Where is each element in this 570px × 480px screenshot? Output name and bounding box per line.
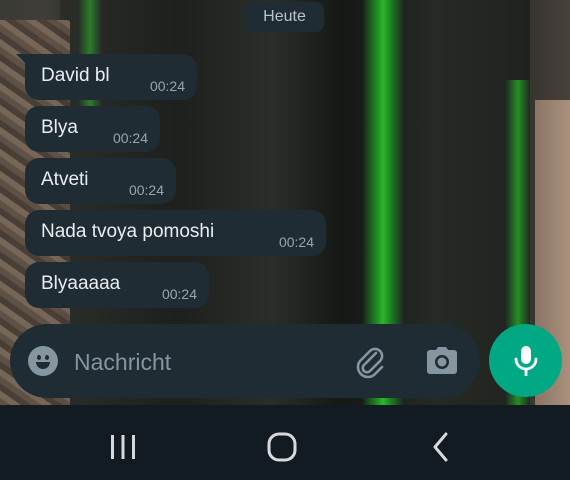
message-bubble[interactable]: Atveti 00:24 <box>25 158 176 204</box>
message-composer <box>10 324 480 398</box>
message-time: 00:24 <box>278 234 314 250</box>
message-time: 00:24 <box>112 130 148 146</box>
message-bubble[interactable]: Nada tvoya pomoshi 00:24 <box>25 210 326 256</box>
message-text: David bl <box>41 65 110 86</box>
microphone-button[interactable] <box>489 324 562 397</box>
message-bubble[interactable]: Blyaaaaa 00:24 <box>25 262 209 308</box>
message-bubble[interactable]: David bl 00:24 <box>16 54 197 100</box>
message-time: 00:24 <box>161 286 197 302</box>
message-text: Nada tvoya pomoshi <box>41 221 215 242</box>
microphone-icon <box>514 346 538 376</box>
emoji-icon[interactable] <box>28 346 58 376</box>
paperclip-icon[interactable] <box>352 344 388 380</box>
message-time: 00:24 <box>149 78 185 94</box>
system-navigation-bar <box>0 405 570 480</box>
message-time: 00:24 <box>128 182 164 198</box>
message-input[interactable] <box>72 344 336 380</box>
date-separator: Heute <box>245 2 324 32</box>
home-icon[interactable] <box>262 427 302 467</box>
camera-icon[interactable] <box>425 345 459 377</box>
bubble-tail <box>16 54 28 66</box>
message-text: Blyaaaaa <box>41 273 121 294</box>
message-bubble[interactable]: Blya 00:24 <box>25 106 160 152</box>
recents-icon[interactable] <box>103 427 143 467</box>
message-text: Atveti <box>41 169 89 190</box>
message-text: Blya <box>41 117 78 138</box>
back-icon[interactable] <box>422 427 462 467</box>
